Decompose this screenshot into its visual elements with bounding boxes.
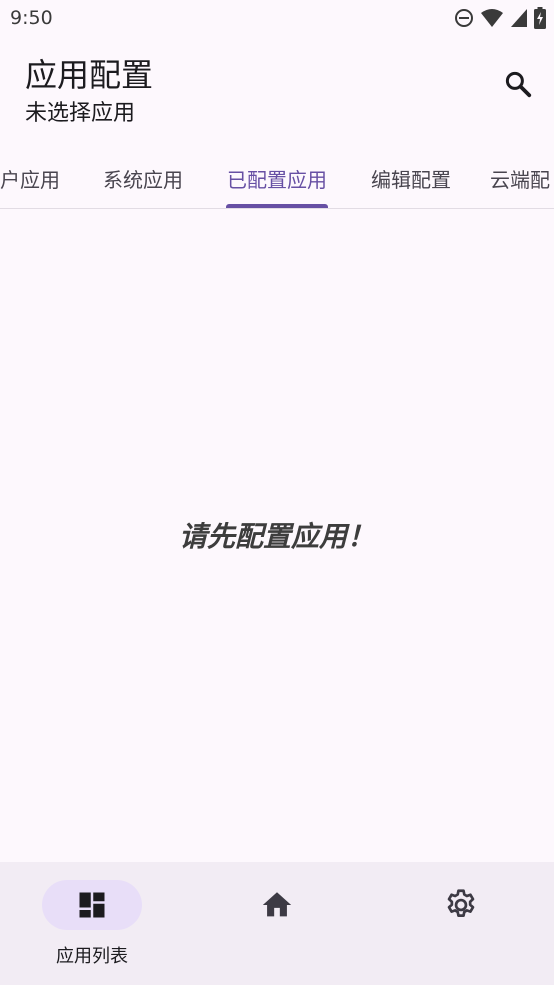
- app-screen: 9:50 应用配置 未选择应用 户应用 系统应用 已配置应用 编辑配置 云端配 …: [0, 0, 554, 985]
- home-icon: [262, 892, 292, 917]
- tab-user-apps[interactable]: 户应用: [0, 148, 70, 208]
- tab-row: 户应用 系统应用 已配置应用 编辑配置 云端配: [0, 148, 554, 209]
- empty-state-message: 请先配置应用！: [178, 520, 375, 553]
- bottom-navigation: 应用列表: [0, 862, 554, 985]
- nav-item-settings[interactable]: [369, 862, 553, 985]
- nav-label-app-list: 应用列表: [56, 946, 128, 967]
- page-subtitle: 未选择应用: [25, 101, 136, 126]
- search-button[interactable]: [500, 66, 536, 102]
- do-not-disturb-icon: [455, 9, 473, 27]
- settings-icon: [447, 889, 475, 917]
- nav-icon-container: [227, 880, 327, 930]
- status-icons: [454, 7, 546, 29]
- top-app-bar: 应用配置 未选择应用: [0, 36, 554, 148]
- dashboard-icon: [79, 892, 105, 918]
- signal-icon: [511, 9, 527, 27]
- wifi-icon: [481, 9, 503, 27]
- tab-configured-apps[interactable]: 已配置应用: [214, 148, 340, 208]
- page-title: 应用配置: [25, 56, 154, 94]
- battery-charging-icon: [534, 7, 546, 29]
- tab-cloud-config[interactable]: 云端配: [482, 148, 554, 208]
- search-icon: [505, 71, 532, 98]
- status-bar: 9:50: [0, 0, 554, 36]
- tab-edit-config[interactable]: 编辑配置: [360, 148, 462, 208]
- nav-active-indicator: [42, 880, 142, 930]
- status-time: 9:50: [10, 7, 53, 29]
- tab-system-apps[interactable]: 系统应用: [92, 148, 194, 208]
- nav-item-home[interactable]: [185, 862, 369, 985]
- nav-item-app-list[interactable]: 应用列表: [0, 862, 184, 985]
- nav-icon-container: [411, 880, 511, 930]
- active-tab-indicator: [226, 204, 328, 208]
